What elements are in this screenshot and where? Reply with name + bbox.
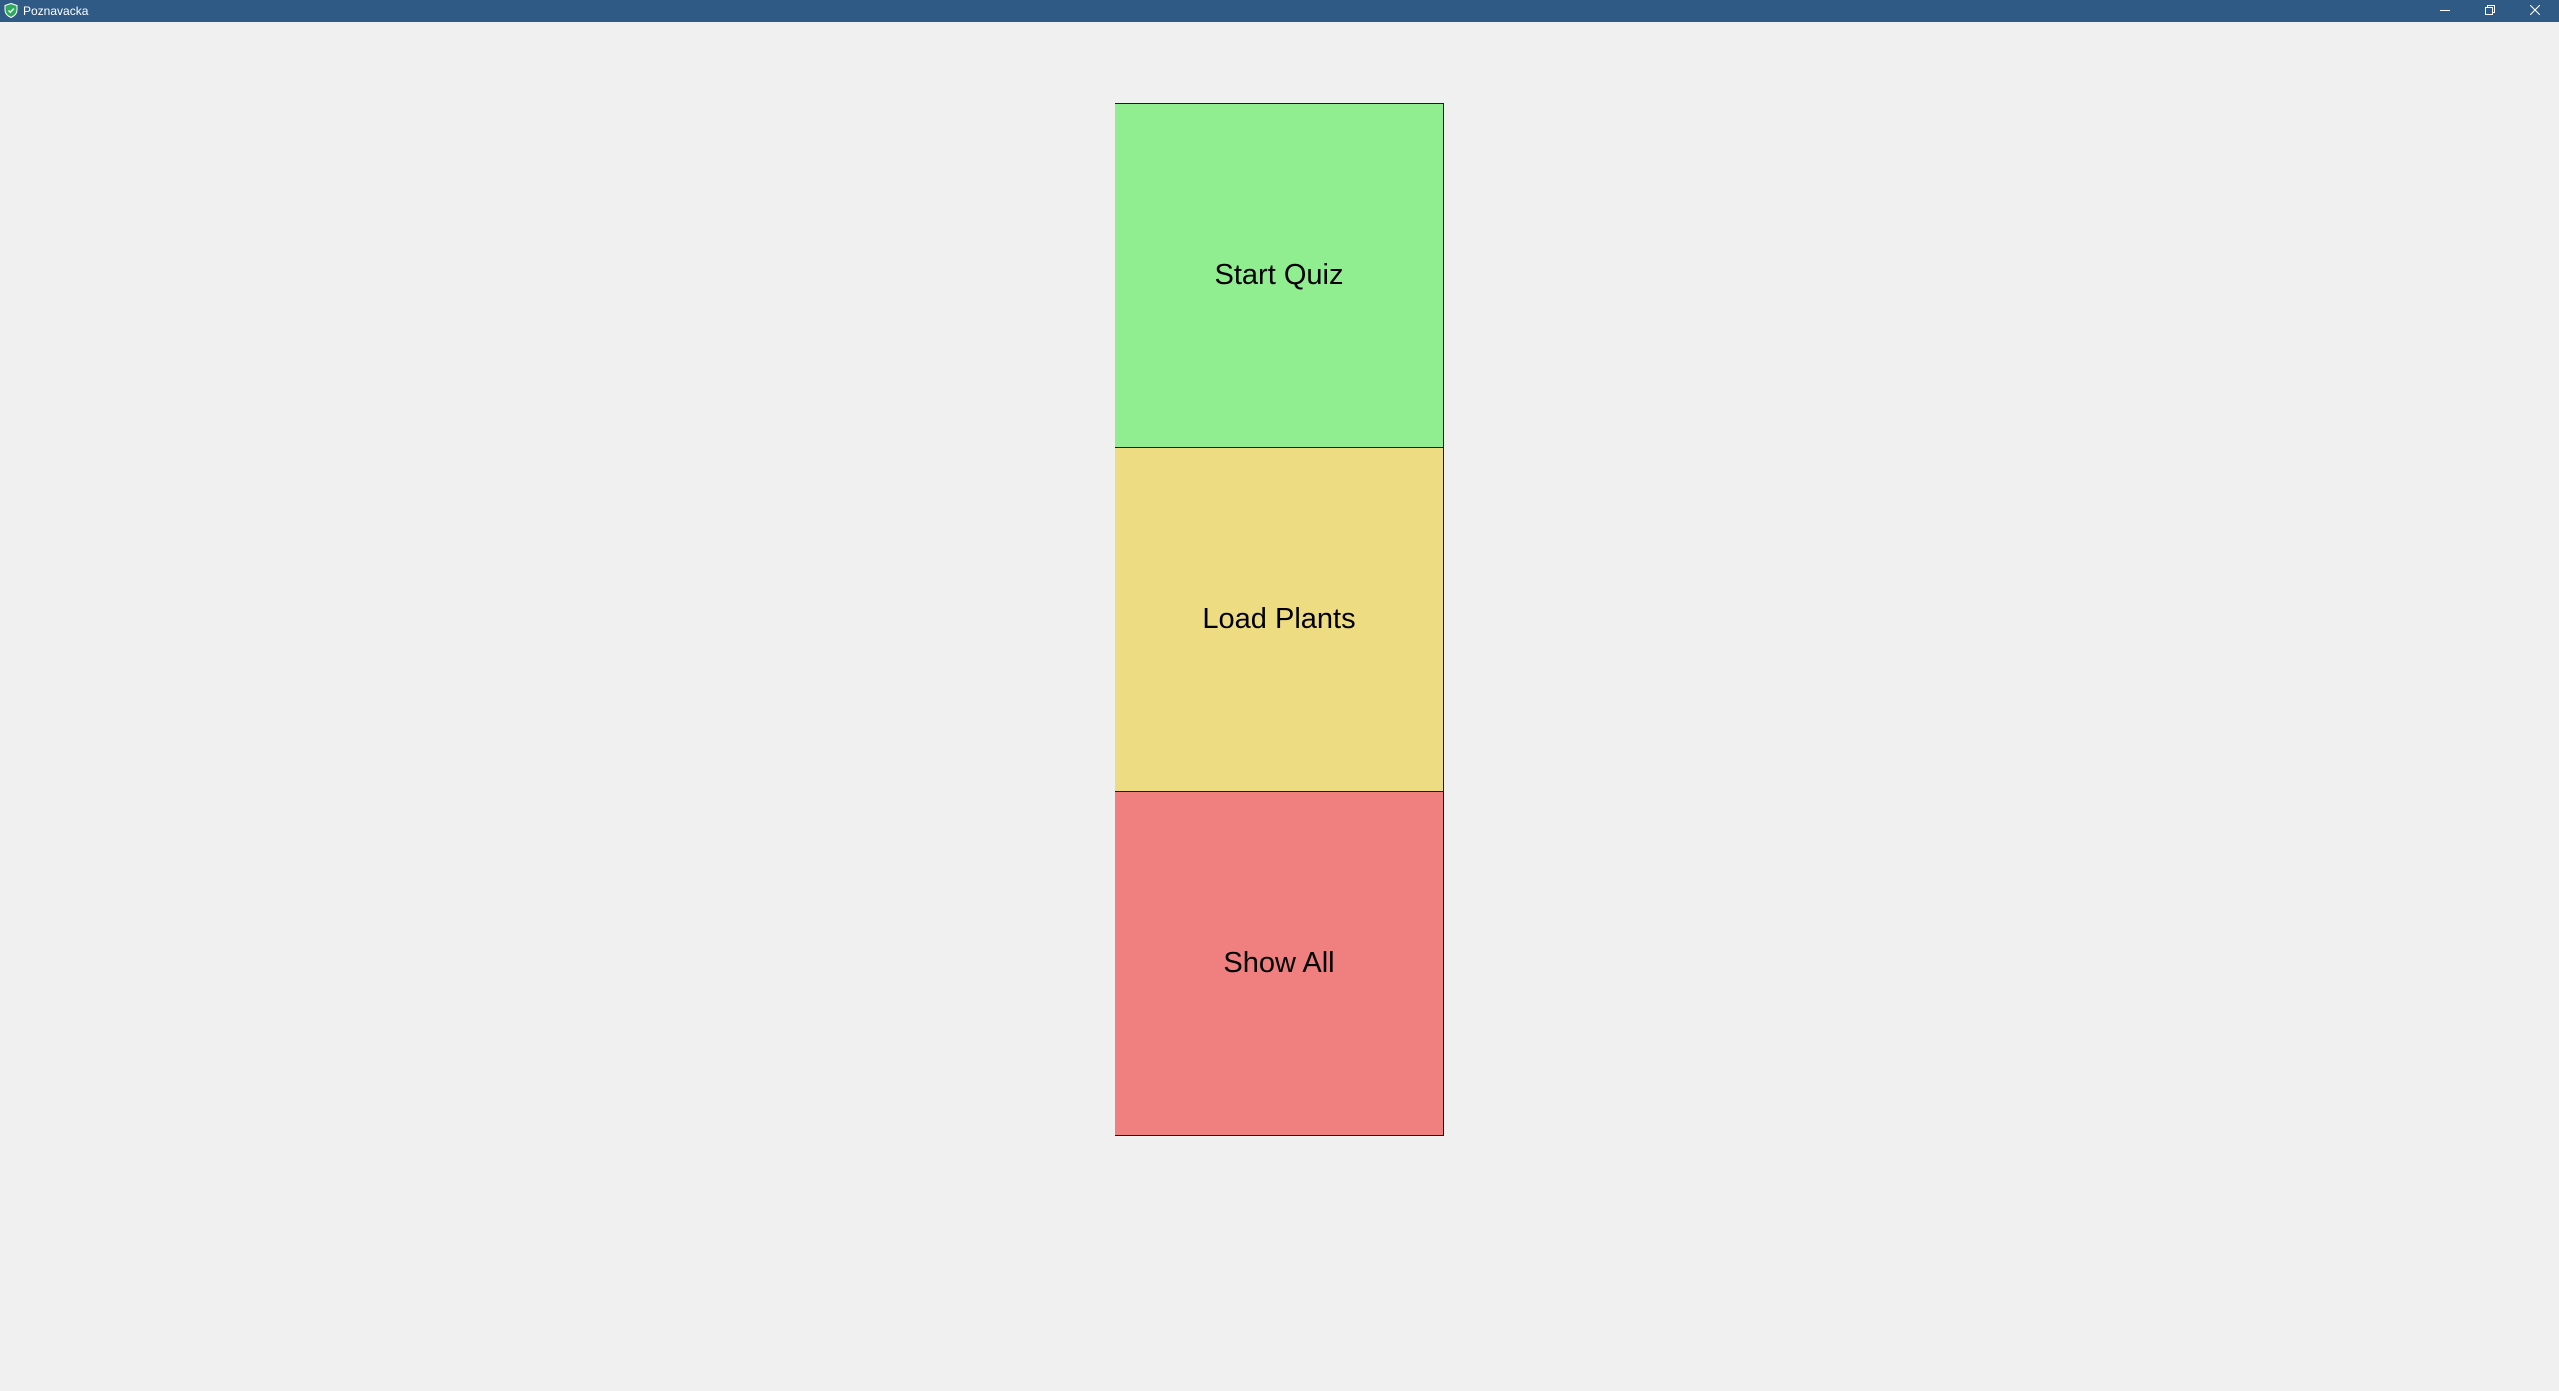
shield-icon — [4, 2, 18, 19]
load-plants-label: Load Plants — [1202, 603, 1356, 635]
start-quiz-button[interactable]: Start Quiz — [1115, 103, 1444, 448]
window-titlebar[interactable]: Poznavacka — [0, 0, 2559, 22]
minimize-icon — [2439, 2, 2450, 20]
close-button[interactable] — [2512, 0, 2557, 22]
load-plants-button[interactable]: Load Plants — [1115, 447, 1444, 792]
close-icon — [2529, 2, 2540, 20]
show-all-button[interactable]: Show All — [1115, 791, 1444, 1136]
main-window-area: Start Quiz Load Plants Show All — [0, 22, 2559, 1391]
minimize-button[interactable] — [2422, 0, 2467, 22]
window-title: Poznavacka — [23, 4, 89, 18]
restore-icon — [2484, 2, 2495, 20]
start-quiz-label: Start Quiz — [1214, 259, 1344, 291]
restore-button[interactable] — [2467, 0, 2512, 22]
main-menu: Start Quiz Load Plants Show All — [1115, 103, 1445, 1136]
show-all-label: Show All — [1223, 947, 1335, 979]
